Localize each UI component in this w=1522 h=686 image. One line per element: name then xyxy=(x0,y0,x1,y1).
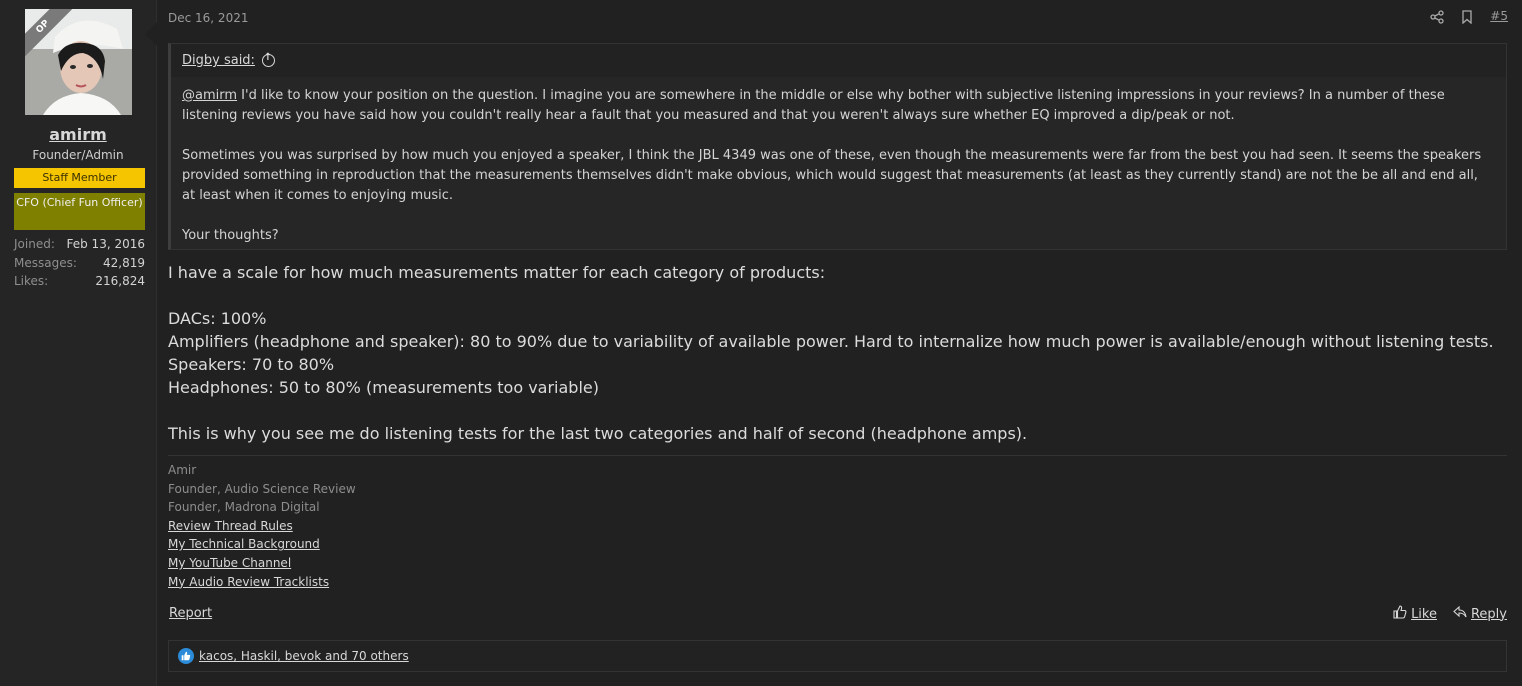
stat-messages: Messages: 42,819 xyxy=(14,256,145,275)
message-line: DACs: 100% xyxy=(168,309,267,328)
user-stats: Joined: Feb 13, 2016 Messages: 42,819 Li… xyxy=(14,237,145,293)
stat-value: 216,824 xyxy=(95,274,145,288)
staff-member-banner: Staff Member xyxy=(14,168,145,188)
go-to-quote-icon[interactable] xyxy=(261,52,275,67)
stat-likes: Likes: 216,824 xyxy=(14,274,145,293)
reactions-list-link[interactable]: kacos, Haskil, bevok and 70 others xyxy=(199,649,409,663)
forum-post: OP amirm Founder/Admin Staff Member CFO … xyxy=(0,0,1522,686)
report-link[interactable]: Report xyxy=(169,606,212,621)
quote-paragraph: Your thoughts? xyxy=(182,228,279,243)
stat-label: Likes: xyxy=(14,274,49,288)
bookmark-icon[interactable] xyxy=(1460,9,1474,25)
signature-link[interactable]: My Audio Review Tracklists xyxy=(168,573,356,592)
reply-button[interactable]: Reply xyxy=(1453,605,1507,623)
stat-value: Feb 13, 2016 xyxy=(66,237,146,251)
quote-text: I'd like to know your position on the qu… xyxy=(182,88,1445,123)
message-line xyxy=(168,284,1498,307)
stat-label: Messages: xyxy=(14,255,77,270)
signature-link[interactable]: My YouTube Channel xyxy=(168,554,356,573)
message-body: I have a scale for how much measurements… xyxy=(168,261,1498,445)
quote-paragraph: @amirm I'd like to know your position on… xyxy=(182,86,1495,126)
stat-joined: Joined: Feb 13, 2016 xyxy=(14,237,145,256)
post-pointer xyxy=(145,22,157,46)
quote-paragraph: Sometimes you was surprised by how much … xyxy=(182,148,1482,203)
like-button[interactable]: Like xyxy=(1393,605,1437,623)
post-date[interactable]: Dec 16, 2021 xyxy=(168,11,248,25)
message-line: This is why you see me do listening test… xyxy=(168,424,1028,443)
quote-block: Digby said: @amirm I'd like to know your… xyxy=(168,43,1507,250)
quote-content: @amirm I'd like to know your position on… xyxy=(171,77,1506,246)
message-line: Amplifiers (headphone and speaker): 80 t… xyxy=(168,332,1494,351)
share-icon[interactable] xyxy=(1430,9,1444,24)
stat-label: Joined: xyxy=(14,237,55,251)
avatar[interactable]: OP xyxy=(25,9,132,115)
signature-line: Amir xyxy=(168,463,197,477)
reply-label: Reply xyxy=(1470,606,1507,622)
signature-line: Founder, Audio Science Review xyxy=(168,481,356,496)
post-top-actions: #5 xyxy=(1430,9,1508,25)
quote-author-link[interactable]: Digby said: xyxy=(182,53,255,68)
user-mention-link[interactable]: @amirm xyxy=(182,88,237,103)
message-line: I have a scale for how much measurements… xyxy=(168,263,826,282)
signature-divider xyxy=(168,455,1507,456)
user-info-panel: OP amirm Founder/Admin Staff Member CFO … xyxy=(0,0,157,686)
signature: Amir Founder, Audio Science Review Found… xyxy=(168,461,356,591)
signature-link[interactable]: My Technical Background xyxy=(168,535,356,554)
post-number-link[interactable]: #5 xyxy=(1490,9,1508,23)
reply-icon xyxy=(1453,605,1467,623)
username-link[interactable]: amirm xyxy=(0,125,156,144)
thumbs-up-icon xyxy=(1393,605,1407,623)
stat-value: 42,819 xyxy=(103,255,145,270)
quote-header: Digby said: xyxy=(171,44,1506,77)
message-line: Headphones: 50 to 80% (measurements too … xyxy=(168,378,599,397)
like-label: Like xyxy=(1411,606,1437,622)
signature-line: Founder, Madrona Digital xyxy=(168,500,320,515)
message-line: Speakers: 70 to 80% xyxy=(168,355,335,374)
post-bottom-actions: Like Reply xyxy=(1393,605,1507,623)
like-reaction-icon xyxy=(178,648,194,664)
cfo-banner: CFO (Chief Fun Officer) xyxy=(14,193,145,230)
reactions-bar: kacos, Haskil, bevok and 70 others xyxy=(168,640,1507,672)
signature-link[interactable]: Review Thread Rules xyxy=(168,517,356,536)
message-line xyxy=(168,399,1498,422)
user-title: Founder/Admin xyxy=(32,148,124,162)
